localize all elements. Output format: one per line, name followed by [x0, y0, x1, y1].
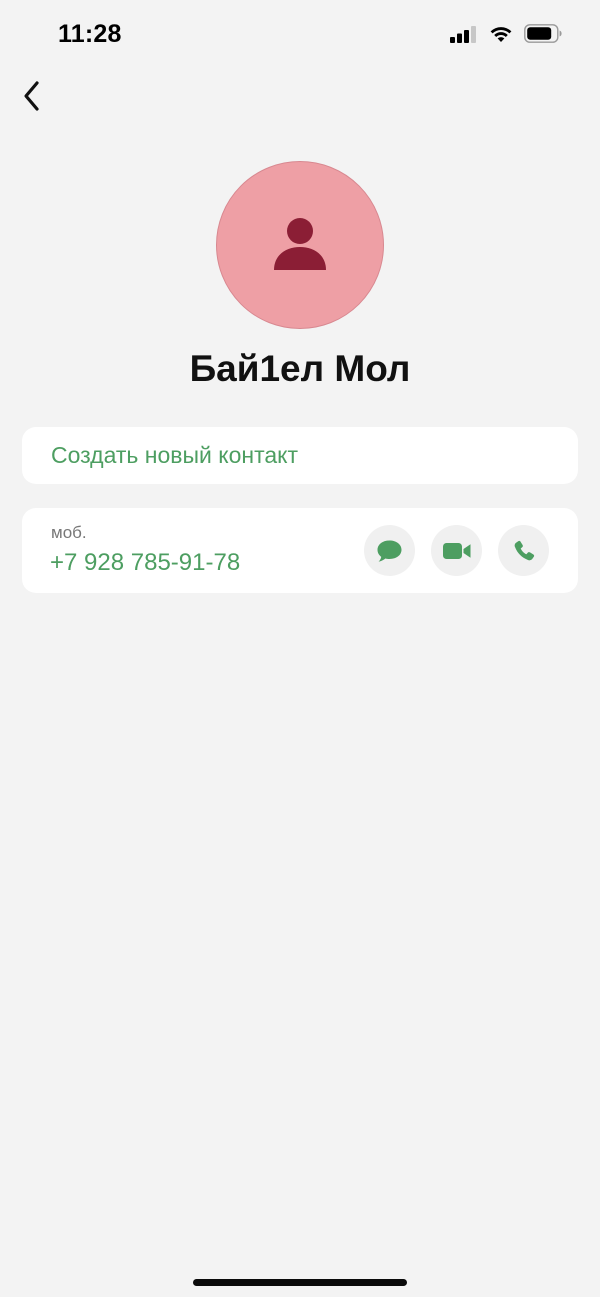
- create-contact-label[interactable]: Создать новый контакт: [51, 442, 298, 469]
- phone-type-label: моб.: [51, 523, 87, 542]
- battery-icon: [524, 24, 562, 43]
- phone-card: моб. +7 928 785-91-78: [22, 508, 578, 593]
- contact-name: Бай1ел Мол: [189, 348, 411, 389]
- cellular-signal-icon: [450, 25, 476, 43]
- person-icon: [274, 218, 326, 270]
- status-icons: [450, 24, 562, 43]
- phone-icon: [514, 540, 534, 560]
- video-camera-icon: [442, 542, 470, 559]
- status-bar: 11:28: [0, 0, 600, 70]
- create-contact-card[interactable]: Создать новый контакт: [22, 427, 578, 484]
- home-indicator[interactable]: [193, 1279, 407, 1286]
- phone-number[interactable]: +7 928 785-91-78: [50, 549, 240, 577]
- message-bubble-icon: [377, 540, 402, 562]
- video-call-button[interactable]: [431, 525, 482, 576]
- back-button[interactable]: [12, 76, 52, 116]
- wifi-icon: [490, 26, 512, 42]
- call-button[interactable]: [498, 525, 549, 576]
- avatar: [216, 161, 384, 329]
- message-button[interactable]: [364, 525, 415, 576]
- chevron-left-icon: [24, 81, 39, 111]
- status-time: 11:28: [58, 20, 122, 48]
